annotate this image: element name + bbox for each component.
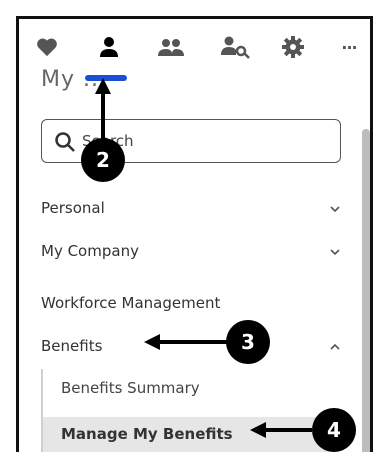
- arrow-3-head: [144, 334, 160, 350]
- arrow-4-head: [250, 422, 266, 438]
- callout-4: 4: [312, 408, 356, 452]
- callout-2: 2: [81, 138, 125, 182]
- arrow-2-head: [95, 78, 111, 94]
- callout-3: 3: [226, 320, 270, 364]
- annotation-overlay: [95, 78, 312, 438]
